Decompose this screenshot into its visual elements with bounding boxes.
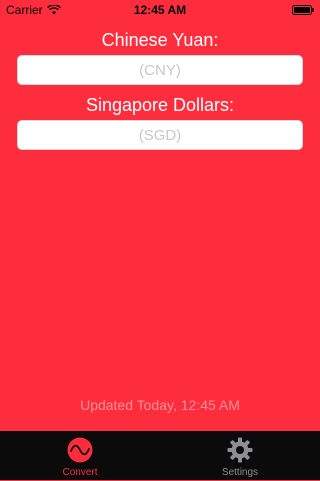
tab-convert-label: Convert	[62, 467, 98, 478]
tab-bar: Convert Settings	[0, 431, 320, 480]
sgd-input[interactable]	[17, 120, 303, 150]
tab-settings[interactable]: Settings	[160, 432, 320, 481]
convert-wave-icon	[67, 437, 93, 463]
tab-convert[interactable]: Convert	[0, 432, 160, 481]
cny-label: Chinese Yuan:	[101, 30, 219, 50]
updated-timestamp: Updated Today, 12:45 AM	[80, 397, 240, 413]
battery-icon	[292, 5, 314, 15]
status-time: 12:45 AM	[133, 3, 187, 17]
cny-input[interactable]	[17, 55, 303, 85]
gear-icon	[227, 437, 253, 463]
status-bar: Carrier 12:45 AM	[0, 0, 320, 20]
sgd-label: Singapore Dollars:	[85, 95, 235, 115]
app-screen: Carrier 12:45 AM Chinese Yuan: Singapore…	[0, 0, 320, 480]
tab-settings-label: Settings	[221, 467, 259, 478]
